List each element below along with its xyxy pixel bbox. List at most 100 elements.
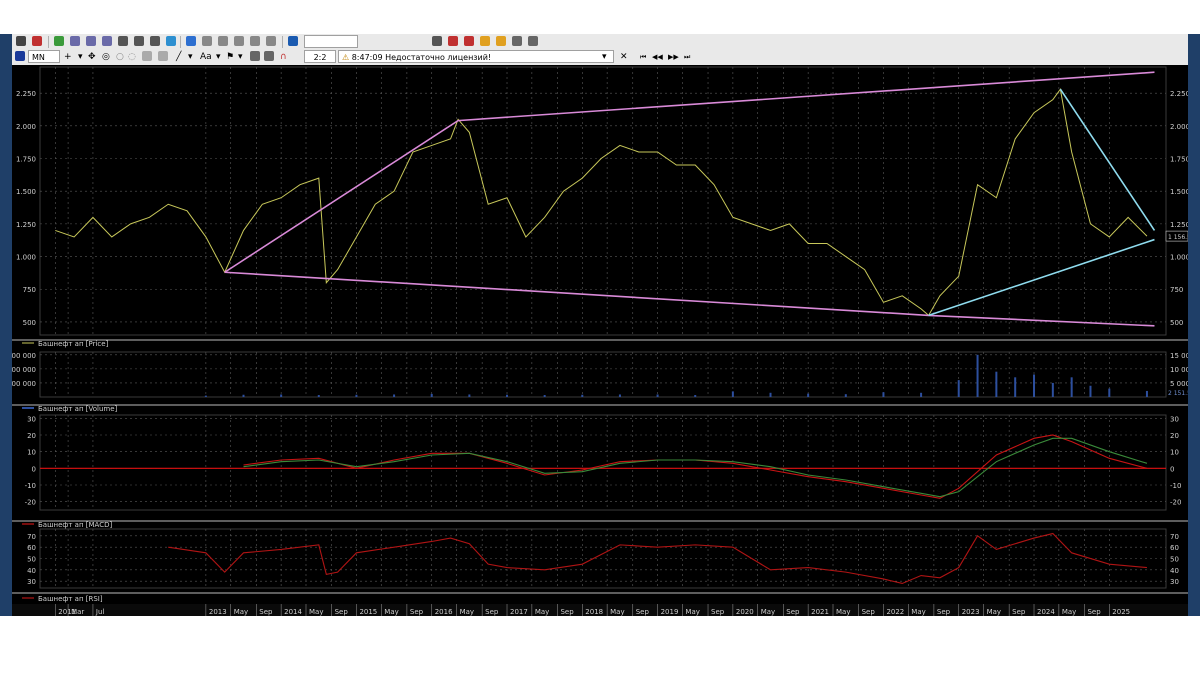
volume-bar: [920, 392, 923, 397]
window3-icon[interactable]: [102, 36, 112, 46]
time-axis-label: May: [535, 608, 549, 616]
close-icon[interactable]: ✕: [620, 50, 628, 64]
nav-last-button[interactable]: ⏭: [684, 50, 690, 64]
macd-ytick-right: 0: [1170, 465, 1174, 473]
chart-toolbar: MN + ▾ ✥ ◎ ○ ◌ ╱ ▾ Aa ▾ ⚑ ▾ ∩ 2:2 ⚠ 8:47…: [12, 49, 1188, 66]
hand2-icon[interactable]: [158, 51, 168, 61]
volume-ytick-left: 0 000 000: [12, 366, 36, 374]
delete-icon[interactable]: [464, 36, 474, 46]
table-icon[interactable]: [118, 36, 128, 46]
volume-bar: [317, 395, 320, 397]
help-icon[interactable]: [186, 36, 196, 46]
time-axis-label: Sep: [1087, 608, 1101, 616]
cursor-icon[interactable]: ▾: [78, 50, 83, 64]
search-icon[interactable]: [288, 36, 298, 46]
flag-icon[interactable]: ⚑: [226, 50, 234, 64]
bug-icon[interactable]: [32, 36, 42, 46]
line-dropdown-icon[interactable]: ▾: [188, 50, 193, 64]
macd-frame: [39, 414, 1167, 511]
volume-bar: [731, 391, 734, 397]
flag-dropdown-icon[interactable]: ▾: [238, 50, 243, 64]
grid-icon[interactable]: [150, 36, 160, 46]
trend-line: [224, 71, 1155, 273]
ring-icon[interactable]: ◌: [128, 50, 136, 64]
volume-legend: Башнефт ап [Volume]: [38, 405, 118, 413]
print-icon[interactable]: [432, 36, 442, 46]
time-axis-label: Jul: [95, 608, 105, 616]
price-ytick-left: 500: [23, 319, 36, 327]
price-ytick-left: 750: [23, 286, 36, 294]
macd-ytick-right: 30: [1170, 415, 1179, 423]
eraser-icon[interactable]: [264, 51, 274, 61]
paste-icon[interactable]: [234, 36, 244, 46]
time-axis-label: Sep: [335, 608, 349, 616]
status-dropdown-icon[interactable]: ▾: [602, 50, 607, 64]
refresh-icon[interactable]: [166, 36, 176, 46]
time-axis-label: 2018: [585, 608, 603, 616]
time-axis-label: May: [460, 608, 474, 616]
add-chart-icon[interactable]: [54, 36, 64, 46]
time-axis-label: Sep: [937, 608, 951, 616]
nav-prev-button[interactable]: ◀◀: [652, 50, 663, 64]
folder-icon[interactable]: [496, 36, 506, 46]
price-ytick-left: 1.000: [16, 254, 36, 262]
close-doc-icon[interactable]: [448, 36, 458, 46]
text-dropdown-icon[interactable]: ▾: [216, 50, 221, 64]
volume-bar: [204, 395, 207, 397]
magnify-chart-icon[interactable]: [134, 36, 144, 46]
volume-ytick-left: 0 000 000: [12, 380, 36, 388]
time-axis-label: 2024: [1037, 608, 1055, 616]
copy-icon[interactable]: [218, 36, 228, 46]
timeframe-select[interactable]: MN: [28, 50, 60, 63]
time-axis-label: May: [234, 608, 248, 616]
time-axis-label: May: [384, 608, 398, 616]
rsi-ytick-right: 60: [1170, 544, 1179, 552]
time-axis-label: 2017: [510, 608, 528, 616]
warning-icon: ⚠: [342, 53, 350, 62]
arrow-icon[interactable]: [16, 36, 26, 46]
database-icon[interactable]: [512, 36, 522, 46]
paste2-icon[interactable]: [250, 36, 260, 46]
volume-bar: [242, 394, 245, 397]
rsi-ytick-right: 30: [1170, 578, 1179, 586]
price-ytick-left: 1.500: [16, 188, 36, 196]
time-axis-label: May: [309, 608, 323, 616]
ratio-field[interactable]: 2:2: [304, 50, 336, 63]
macd-ytick-left: 20: [27, 432, 36, 440]
price-ytick-right: 2.000: [1170, 123, 1188, 131]
volume-bar: [355, 394, 358, 397]
search-input[interactable]: [304, 35, 358, 48]
draw-icon[interactable]: [250, 51, 260, 61]
window-icon[interactable]: [70, 36, 80, 46]
nav-first-button[interactable]: ⏮: [640, 50, 646, 64]
toolbar-separator: [282, 36, 283, 48]
circle-icon[interactable]: ○: [116, 50, 124, 64]
time-axis-label: Sep: [410, 608, 424, 616]
rsi-ytick-left: 50: [27, 556, 36, 564]
time-axis-label: May: [836, 608, 850, 616]
status-bar: ⚠ 8:47:09 Недостаточно лицензий!: [338, 50, 614, 63]
text-tool[interactable]: Aa: [200, 50, 212, 64]
volume-bar: [694, 395, 697, 397]
lock-icon[interactable]: [480, 36, 490, 46]
chart-area[interactable]: 2.250 2.250 2.000 2.000 1.750 1.750 1.500 1.500…: [0, 65, 1200, 616]
time-axis-label: 2023: [962, 608, 980, 616]
time-axis-label: Sep: [862, 608, 876, 616]
move-icon[interactable]: ✥: [88, 50, 96, 64]
volume-bar: [280, 394, 283, 397]
nav-next-button[interactable]: ▶▶: [668, 50, 679, 64]
volume-bar: [995, 371, 998, 397]
cut-icon[interactable]: [202, 36, 212, 46]
window2-icon[interactable]: [86, 36, 96, 46]
settings-icon[interactable]: [528, 36, 538, 46]
hand-icon[interactable]: [142, 51, 152, 61]
time-axis-label: May: [911, 608, 925, 616]
crosshair-plus-icon[interactable]: +: [64, 50, 72, 64]
target-icon[interactable]: ◎: [102, 50, 110, 64]
chart-type-icon[interactable]: [15, 51, 25, 61]
line-tool-icon[interactable]: ╱: [176, 50, 181, 64]
magnet-icon[interactable]: ∩: [280, 50, 287, 64]
chart-svg[interactable]: 2.250 2.250 2.000 2.000 1.750 1.750 1.500 1.500…: [0, 65, 1200, 616]
paste3-icon[interactable]: [266, 36, 276, 46]
macd-ytick-right: -20: [1170, 499, 1181, 507]
